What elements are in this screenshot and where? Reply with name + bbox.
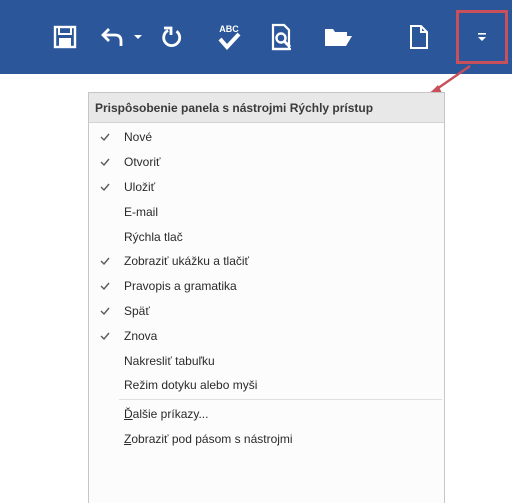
- menu-item-label: Znova: [124, 328, 158, 343]
- spelling-button[interactable]: ABC: [210, 14, 248, 60]
- mnemonic-letter: Ď: [124, 407, 133, 422]
- menu-item-dalsie-prikazy[interactable]: Ďalšie príkazy...: [89, 402, 444, 427]
- quick-access-toolbar: ABC: [0, 0, 512, 74]
- menu-item-pravopis[interactable]: Pravopis a gramatika: [89, 274, 444, 299]
- save-icon: [53, 25, 77, 49]
- checkmark-icon: [98, 254, 112, 268]
- menu-item-nakreslit-tabulku[interactable]: Nakresliť tabuľku: [89, 348, 444, 373]
- menu-item-label: Nakresliť tabuľku: [124, 353, 215, 368]
- label-rest: obraziť pod pásom s nástrojmi: [131, 431, 293, 446]
- redo-button[interactable]: [156, 14, 190, 60]
- menu-item-label: Zobraziť ukážku a tlačiť: [124, 254, 250, 269]
- spelling-check-icon: ABC: [218, 24, 241, 50]
- menu-item-zobrazit-pod-pasom[interactable]: Zobraziť pod pásom s nástrojmi: [89, 427, 444, 452]
- checkmark-icon: [98, 180, 112, 194]
- checkmark-icon: [98, 279, 112, 293]
- customize-toolbar-button[interactable]: [456, 10, 508, 64]
- menu-item-label: Späť: [124, 303, 150, 318]
- menu-item-label: Rýchla tlač: [124, 229, 183, 244]
- menu-item-rychla-tlac[interactable]: Rýchla tlač: [89, 224, 444, 249]
- menu-item-nove[interactable]: Nové: [89, 125, 444, 150]
- open-button[interactable]: [318, 14, 358, 60]
- menu-item-ulozit[interactable]: Uložiť: [89, 175, 444, 200]
- screenshot-canvas: ABC Prispôsobenie panela s nástrojmi Rýc…: [0, 0, 512, 503]
- label-rest: alšie príkazy...: [132, 407, 209, 422]
- undo-icon: [101, 28, 123, 46]
- menu-item-label: Uložiť: [124, 179, 156, 194]
- menu-item-label: Pravopis a gramatika: [124, 279, 237, 294]
- new-document-icon: [410, 25, 428, 49]
- menu-item-label: Režim dotyku alebo myši: [124, 378, 258, 393]
- save-button[interactable]: [48, 14, 82, 60]
- customize-dropdown-icon: [478, 33, 486, 41]
- new-document-button[interactable]: [404, 14, 434, 60]
- menu-item-label: E-mail: [124, 204, 159, 219]
- print-preview-button[interactable]: [264, 14, 300, 60]
- menu-item-email[interactable]: E-mail: [89, 199, 444, 224]
- menu-item-spat[interactable]: Späť: [89, 299, 444, 324]
- checkmark-icon: [98, 130, 112, 144]
- menu-item-label: Otvoriť: [124, 155, 161, 170]
- customize-toolbar-menu: Prispôsobenie panela s nástrojmi Rýchly …: [88, 92, 445, 503]
- checkmark-icon: [98, 155, 112, 169]
- menu-item-rezim-dotyku[interactable]: Režim dotyku alebo myši: [89, 373, 444, 398]
- menu-title: Prispôsobenie panela s nástrojmi Rýchly …: [89, 93, 444, 123]
- redo-icon: [162, 26, 182, 47]
- menu-separator: [119, 398, 442, 400]
- spelling-abc-text: ABC: [219, 24, 239, 34]
- undo-button[interactable]: [96, 14, 130, 60]
- menu-item-label: Nové: [124, 130, 153, 145]
- menu-item-znova[interactable]: Znova: [89, 323, 444, 348]
- menu-item-label: Zobraziť pod pásom s nástrojmi: [124, 432, 293, 446]
- menu-item-zobrazit-ukazku[interactable]: Zobraziť ukážku a tlačiť: [89, 249, 444, 274]
- menu-item-otvorit[interactable]: Otvoriť: [89, 150, 444, 175]
- print-preview-icon: [271, 23, 292, 51]
- checkmark-icon: [98, 329, 112, 343]
- menu-item-label: Ďalšie príkazy...: [124, 407, 208, 421]
- undo-dropdown-button[interactable]: [130, 14, 146, 60]
- chevron-down-icon: [134, 35, 142, 39]
- checkmark-icon: [98, 304, 112, 318]
- open-folder-icon: [325, 29, 352, 46]
